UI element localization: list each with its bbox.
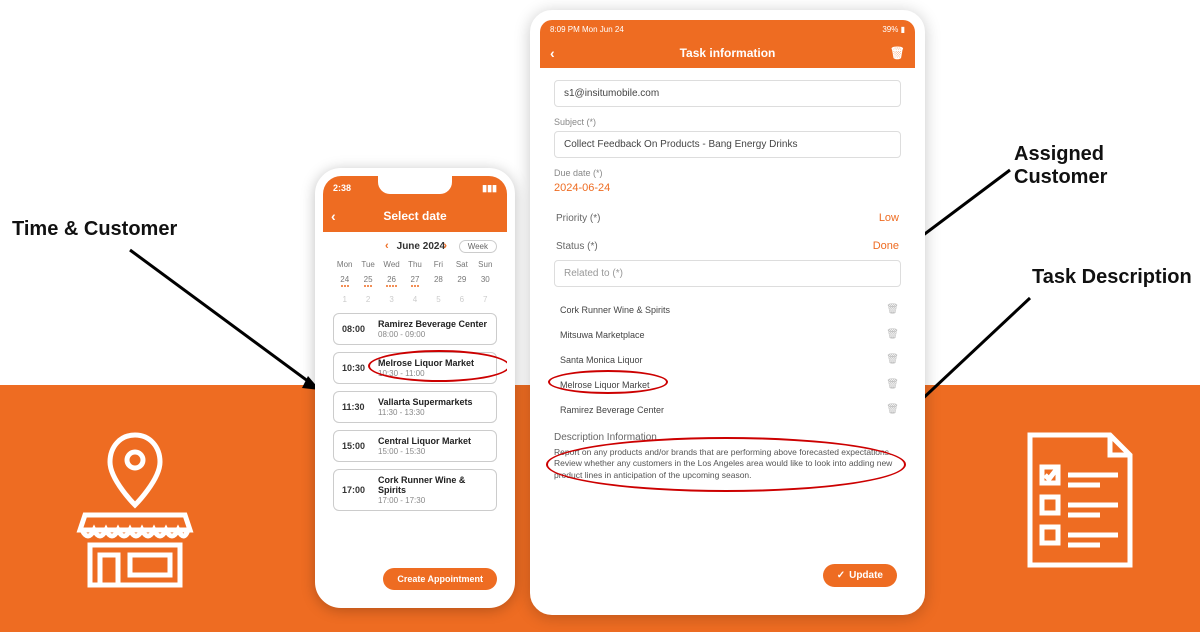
week-toggle[interactable]: Week [459, 240, 497, 253]
appointment-item[interactable]: 11:30 Vallarta Supermarkets11:30 - 13:30 [333, 391, 497, 423]
related-item[interactable]: Cork Runner Wine & Spirits🗑 [554, 297, 901, 322]
trash-icon[interactable]: 🗑 [886, 379, 899, 390]
store-icon [70, 430, 200, 590]
phone-clock: 2:38 [333, 183, 351, 193]
weekday-header: Mon Tue Wed Thu Fri Sat Sun [333, 260, 497, 269]
phone-mockup: 2:38 ▮▮▮ ‹ Select date ‹ June 2024 Week … [315, 168, 515, 608]
appointment-sub: 15:00 - 15:30 [378, 447, 471, 456]
appointment-time: 17:00 [342, 485, 368, 495]
description-text: Report on any products and/or brands tha… [554, 447, 901, 481]
trash-icon[interactable]: 🗑 [886, 329, 899, 340]
signal-icon: ▮▮▮ [482, 183, 497, 194]
appointment-time: 11:30 [342, 402, 368, 412]
calendar-day[interactable]: 28 [427, 273, 450, 289]
appointment-sub: 17:00 - 17:30 [378, 496, 488, 505]
calendar-day[interactable]: 1 [333, 293, 356, 306]
tablet-body: s1@insitumobile.com Subject (*) Collect … [540, 68, 915, 493]
month-label: June 2024 [397, 241, 445, 252]
calendar-day[interactable]: 30 [474, 273, 497, 289]
calendar-day[interactable]: 4 [403, 293, 426, 306]
back-icon[interactable]: ‹ [550, 45, 555, 61]
appointment-title: Melrose Liquor Market [378, 358, 474, 368]
label-time-customer: Time & Customer [12, 218, 177, 241]
description-heading: Description Information [554, 432, 901, 443]
calendar-day[interactable]: 26 [380, 273, 403, 289]
trash-icon[interactable]: 🗑 [886, 304, 899, 315]
month-selector: ‹ June 2024 Week › [333, 240, 497, 252]
calendar-day[interactable]: 25 [356, 273, 379, 289]
trash-icon[interactable]: 🗑 [890, 46, 905, 60]
check-icon: ✓ [837, 570, 845, 581]
next-month-icon[interactable]: › [443, 240, 447, 252]
appointment-time: 08:00 [342, 324, 368, 334]
day-label: Tue [356, 260, 379, 269]
appointment-item[interactable]: 17:00 Cork Runner Wine & Spirits17:00 - … [333, 469, 497, 511]
calendar-day[interactable]: 3 [380, 293, 403, 306]
subject-label: Subject (*) [554, 117, 901, 127]
calendar-row: 1 2 3 4 5 6 7 [333, 293, 497, 306]
day-label: Thu [403, 260, 426, 269]
tablet-status-left: 8:09 PM Mon Jun 24 [550, 25, 624, 34]
day-label: Fri [427, 260, 450, 269]
appointment-title: Ramirez Beverage Center [378, 319, 487, 329]
status-row[interactable]: Status (*) Done [554, 232, 901, 260]
calendar-day[interactable]: 29 [450, 273, 473, 289]
appointment-time: 15:00 [342, 441, 368, 451]
create-appointment-button[interactable]: Create Appointment [383, 568, 497, 590]
related-to-field[interactable]: Related to (*) [554, 260, 901, 287]
related-item[interactable]: Mitsuwa Marketplace🗑 [554, 322, 901, 347]
due-date-value[interactable]: 2024-06-24 [554, 182, 901, 194]
tablet-header: ‹ Task information 🗑 [540, 38, 915, 68]
day-label: Sun [474, 260, 497, 269]
appointment-title: Vallarta Supermarkets [378, 397, 473, 407]
appointment-sub: 11:30 - 13:30 [378, 408, 473, 417]
update-button[interactable]: ✓ Update [823, 564, 897, 587]
appointment-item[interactable]: 10:30 Melrose Liquor Market10:30 - 11:00 [333, 352, 497, 384]
related-item[interactable]: Melrose Liquor Market🗑 [554, 372, 901, 397]
tablet-mockup: 8:09 PM Mon Jun 24 39% ▮ ‹ Task informat… [530, 10, 925, 615]
appointment-item[interactable]: 15:00 Central Liquor Market15:00 - 15:30 [333, 430, 497, 462]
arrow-time-customer [120, 240, 340, 410]
status-label: Status (*) [556, 241, 598, 252]
prev-month-icon[interactable]: ‹ [385, 240, 389, 252]
priority-value: Low [879, 212, 899, 224]
appointment-time: 10:30 [342, 363, 368, 373]
calendar-day[interactable]: 6 [450, 293, 473, 306]
phone-header: ‹ Select date [323, 200, 507, 232]
day-label: Mon [333, 260, 356, 269]
calendar-day[interactable]: 2 [356, 293, 379, 306]
tablet-status-right: 39% ▮ [882, 25, 905, 34]
appointment-title: Cork Runner Wine & Spirits [378, 475, 488, 495]
due-date-label: Due date (*) [554, 168, 901, 178]
subject-field[interactable]: Collect Feedback On Products - Bang Ener… [554, 131, 901, 158]
calendar-row: 24 25 26 27 28 29 30 [333, 273, 497, 289]
checklist-icon [1020, 425, 1140, 575]
back-icon[interactable]: ‹ [331, 208, 336, 224]
label-assigned-customer: Assigned Customer [1014, 143, 1200, 189]
appointment-title: Central Liquor Market [378, 436, 471, 446]
tablet-title: Task information [680, 46, 776, 60]
appointment-sub: 10:30 - 11:00 [378, 369, 474, 378]
label-task-description: Task Description [1032, 266, 1192, 289]
phone-notch [378, 176, 452, 194]
priority-label: Priority (*) [556, 213, 600, 224]
priority-row[interactable]: Priority (*) Low [554, 204, 901, 232]
appointment-sub: 08:00 - 09:00 [378, 330, 487, 339]
calendar-day[interactable]: 27 [403, 273, 426, 289]
calendar-day[interactable]: 24 [333, 273, 356, 289]
calendar-day[interactable]: 7 [474, 293, 497, 306]
calendar-day[interactable]: 5 [427, 293, 450, 306]
day-label: Sat [450, 260, 473, 269]
tablet-status-bar: 8:09 PM Mon Jun 24 39% ▮ [540, 20, 915, 38]
day-label: Wed [380, 260, 403, 269]
phone-title: Select date [383, 209, 446, 223]
trash-icon[interactable]: 🗑 [886, 404, 899, 415]
trash-icon[interactable]: 🗑 [886, 354, 899, 365]
related-item[interactable]: Ramirez Beverage Center🗑 [554, 397, 901, 422]
appointment-item[interactable]: 08:00 Ramirez Beverage Center08:00 - 09:… [333, 313, 497, 345]
email-field[interactable]: s1@insitumobile.com [554, 80, 901, 107]
status-value: Done [873, 240, 899, 252]
phone-body: ‹ June 2024 Week › Mon Tue Wed Thu Fri S… [323, 232, 507, 571]
related-item[interactable]: Santa Monica Liquor🗑 [554, 347, 901, 372]
